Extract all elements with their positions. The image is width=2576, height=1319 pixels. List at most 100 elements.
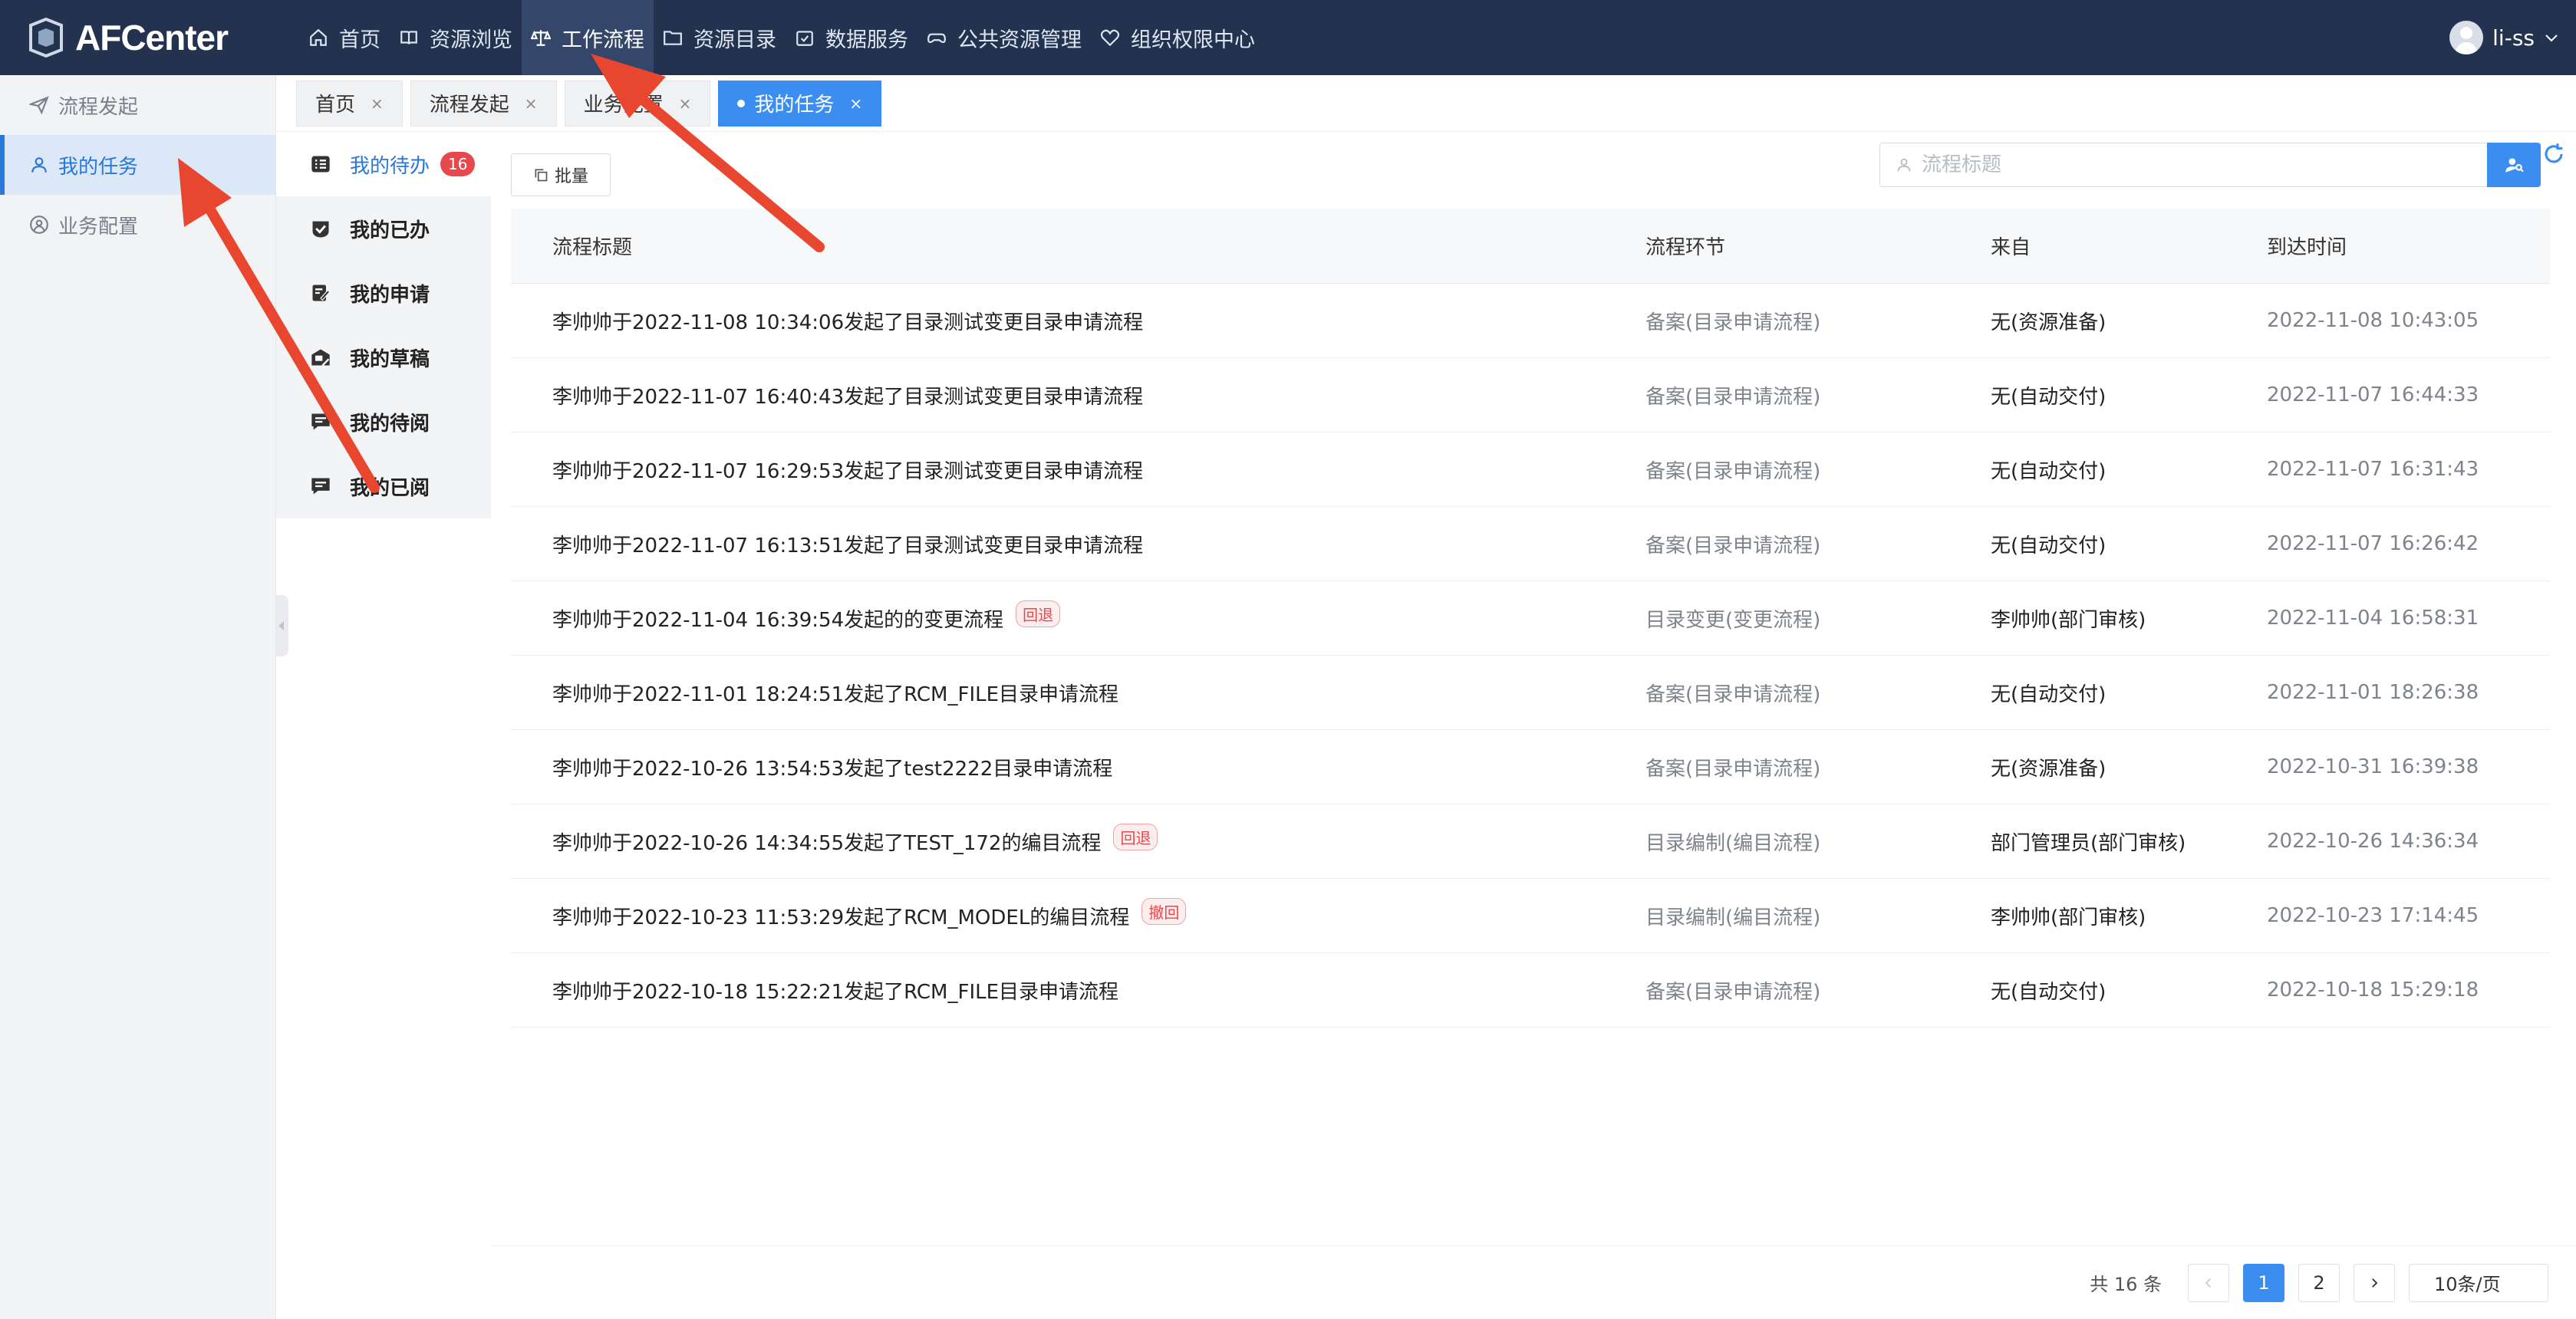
nav-resource-browse[interactable]: 资源浏览 xyxy=(390,0,522,75)
close-icon[interactable]: × xyxy=(371,94,384,113)
gamepad-icon xyxy=(927,33,946,44)
cell-from: 无(自动交付) xyxy=(1991,385,2107,409)
row-title-link[interactable]: 李帅帅于2022-10-18 15:22:21发起了RCM_FILE目录申请流程 xyxy=(552,976,1118,1005)
nav-workflow[interactable]: 工作流程 xyxy=(522,0,654,75)
cell-title: 李帅帅于2022-10-26 14:34:55发起了TEST_172的编目流程回… xyxy=(511,823,1645,856)
nav-resource-catalog[interactable]: 资源目录 xyxy=(654,0,786,75)
column-header-time: 到达时间 xyxy=(2267,236,2347,259)
cell-time: 2022-11-08 10:43:05 xyxy=(2267,309,2479,332)
close-icon[interactable]: × xyxy=(849,94,862,113)
cell-stage: 备案(目录申请流程) xyxy=(1645,683,1821,706)
chevron-right-icon xyxy=(2372,1278,2378,1288)
cell-from: 无(自动交付) xyxy=(1991,980,2107,1004)
check-shield-icon xyxy=(312,221,329,238)
prev-page-button[interactable] xyxy=(2188,1263,2229,1302)
table-row[interactable]: 李帅帅于2022-11-07 16:40:43发起了目录测试变更目录申请流程 备案… xyxy=(511,358,2550,433)
next-page-button[interactable] xyxy=(2354,1263,2395,1302)
page-button[interactable]: 2 xyxy=(2298,1263,2340,1302)
row-title-link[interactable]: 李帅帅于2022-11-07 16:40:43发起了目录测试变更目录申请流程 xyxy=(552,381,1143,410)
row-title-link[interactable]: 李帅帅于2022-11-08 10:34:06发起了目录测试变更目录申请流程 xyxy=(552,307,1143,335)
user-icon xyxy=(1897,158,1911,172)
cell-stage: 备案(目录申请流程) xyxy=(1645,757,1821,781)
nav-org-permission[interactable]: 组织权限中心 xyxy=(1091,0,1264,75)
subnav-label: 我的已办 xyxy=(350,219,430,242)
cell-time: 2022-11-07 16:44:33 xyxy=(2267,383,2479,406)
tab-my-tasks[interactable]: 我的任务 × xyxy=(718,80,882,127)
heart-icon xyxy=(1100,29,1120,47)
table-row[interactable]: 李帅帅于2022-11-08 10:34:06发起了目录测试变更目录申请流程 备案… xyxy=(511,284,2550,358)
subnav-my-todo[interactable]: 我的待办 16 xyxy=(276,132,491,196)
table-row[interactable]: 李帅帅于2022-10-18 15:22:21发起了RCM_FILE目录申请流程… xyxy=(511,953,2550,1028)
sidebar-item-my-tasks[interactable]: 我的任务 xyxy=(0,135,275,195)
copy-icon xyxy=(535,169,548,182)
top-header: AFCenter 首页 资源浏览 工作流程 资源目录 数据服务 公共资源管理 组… xyxy=(0,0,2576,75)
cell-stage: 备案(目录申请流程) xyxy=(1645,385,1821,409)
app-name: AFCenter xyxy=(75,18,229,58)
user-menu[interactable]: li-ss xyxy=(2449,0,2561,75)
row-title-link[interactable]: 李帅帅于2022-10-26 14:34:55发起了TEST_172的编目流程 xyxy=(552,827,1101,856)
cell-stage: 目录变更(变更流程) xyxy=(1645,608,1821,632)
refresh-icon[interactable] xyxy=(2542,143,2565,166)
subnav-my-read[interactable]: 我的已阅 xyxy=(276,454,491,518)
cell-from: 无(自动交付) xyxy=(1991,534,2107,558)
row-title-link[interactable]: 李帅帅于2022-11-07 16:13:51发起了目录测试变更目录申请流程 xyxy=(552,530,1143,558)
sidebar-item-label: 业务配置 xyxy=(58,215,139,238)
table-row[interactable]: 李帅帅于2022-11-07 16:13:51发起了目录测试变更目录申请流程 备案… xyxy=(511,507,2550,581)
search-button[interactable] xyxy=(2487,143,2541,187)
row-title-link[interactable]: 李帅帅于2022-11-07 16:29:53发起了目录测试变更目录申请流程 xyxy=(552,456,1143,484)
row-title-link[interactable]: 李帅帅于2022-10-26 13:54:53发起了test2222目录申请流程 xyxy=(552,753,1112,781)
message-read-icon xyxy=(311,478,330,495)
table-row[interactable]: 李帅帅于2022-11-07 16:29:53发起了目录测试变更目录申请流程 备案… xyxy=(511,433,2550,507)
nav-public-resource[interactable]: 公共资源管理 xyxy=(917,0,1091,75)
batch-button[interactable]: 批量 xyxy=(511,153,611,196)
logo[interactable]: AFCenter xyxy=(0,0,276,75)
workflow-icon xyxy=(531,30,551,46)
table-row[interactable]: 李帅帅于2022-11-04 16:39:54发起的的变更流程 回退 目录变更(变更… xyxy=(511,581,2550,656)
cell-stage: 备案(目录申请流程) xyxy=(1645,311,1821,334)
subnav-my-done[interactable]: 我的已办 xyxy=(276,196,491,261)
table-body: 李帅帅于2022-11-08 10:34:06发起了目录测试变更目录申请流程备案… xyxy=(511,284,2550,1028)
sidebar-item-label: 流程发起 xyxy=(58,95,139,119)
subnav-label: 我的已阅 xyxy=(350,476,430,500)
page-size-select[interactable]: 10条/页 xyxy=(2409,1263,2548,1302)
sidebar-item-process-start[interactable]: 流程发起 xyxy=(0,75,275,135)
cell-time: 2022-11-04 16:58:31 xyxy=(2267,607,2479,630)
search-input[interactable] xyxy=(1922,153,2413,176)
nav-home[interactable]: 首页 xyxy=(299,0,390,75)
page-button[interactable]: 1 xyxy=(2243,1263,2284,1302)
close-icon[interactable]: × xyxy=(525,94,538,113)
chevron-left-icon xyxy=(2205,1278,2211,1288)
total-count: 共 16 条 xyxy=(2090,1274,2162,1295)
task-table: 流程标题 流程环节 来自 到达时间 李帅帅于2022-11-08 10:34:0… xyxy=(511,209,2550,1028)
table-row[interactable]: 李帅帅于2022-11-01 18:24:51发起了RCM_FILE目录申请流程… xyxy=(511,656,2550,730)
cell-stage: 备案(目录申请流程) xyxy=(1645,534,1821,558)
nav-label: 组织权限中心 xyxy=(1131,28,1255,52)
row-title-link[interactable]: 李帅帅于2022-11-04 16:39:54发起的的变更流程 xyxy=(552,604,1003,633)
cell-time: 2022-11-07 16:26:42 xyxy=(2267,532,2479,555)
cell-time: 2022-11-01 18:26:38 xyxy=(2267,681,2479,704)
page-tabs: 首页 × 流程发起 × 业务配置 × 我的任务 × xyxy=(276,75,2576,132)
row-title-link[interactable]: 李帅帅于2022-10-23 11:53:29发起了RCM_MODEL的编目流程 xyxy=(552,902,1129,930)
subnav-my-applications[interactable]: 我的申请 xyxy=(276,261,491,325)
column-header-from: 来自 xyxy=(1991,236,2031,259)
task-list-panel: 批量 流程标题 流程环节 来自 到达时间 李帅帅于2022-11-08 10:3… xyxy=(491,132,2576,1319)
subnav-my-to-read[interactable]: 我的待阅 xyxy=(276,390,491,454)
tab-business-config[interactable]: 业务配置 × xyxy=(564,80,711,127)
user-name: li-ss xyxy=(2492,25,2535,51)
sidebar-item-business-config[interactable]: 业务配置 xyxy=(0,195,275,255)
active-dot-icon xyxy=(737,99,746,107)
calendar-check-icon xyxy=(796,31,813,46)
table-row[interactable]: 李帅帅于2022-10-26 13:54:53发起了test2222目录申请流程… xyxy=(511,730,2550,804)
table-row[interactable]: 李帅帅于2022-10-26 14:34:55发起了TEST_172的编目流程回… xyxy=(511,804,2550,879)
cell-title: 李帅帅于2022-10-23 11:53:29发起了RCM_MODEL的编目流程… xyxy=(511,897,1645,930)
status-badge: 回退 xyxy=(1113,823,1158,850)
book-icon xyxy=(400,31,417,44)
subnav-my-drafts[interactable]: 我的草稿 xyxy=(276,325,491,390)
tab-home[interactable]: 首页 × xyxy=(296,80,403,127)
nav-data-service[interactable]: 数据服务 xyxy=(786,0,917,75)
row-title-link[interactable]: 李帅帅于2022-11-01 18:24:51发起了RCM_FILE目录申请流程 xyxy=(552,679,1118,707)
sidebar-collapse-handle[interactable] xyxy=(276,595,288,656)
close-icon[interactable]: × xyxy=(679,94,692,113)
table-row[interactable]: 李帅帅于2022-10-23 11:53:29发起了RCM_MODEL的编目流程… xyxy=(511,879,2550,953)
tab-process-start[interactable]: 流程发起 × xyxy=(410,80,557,127)
